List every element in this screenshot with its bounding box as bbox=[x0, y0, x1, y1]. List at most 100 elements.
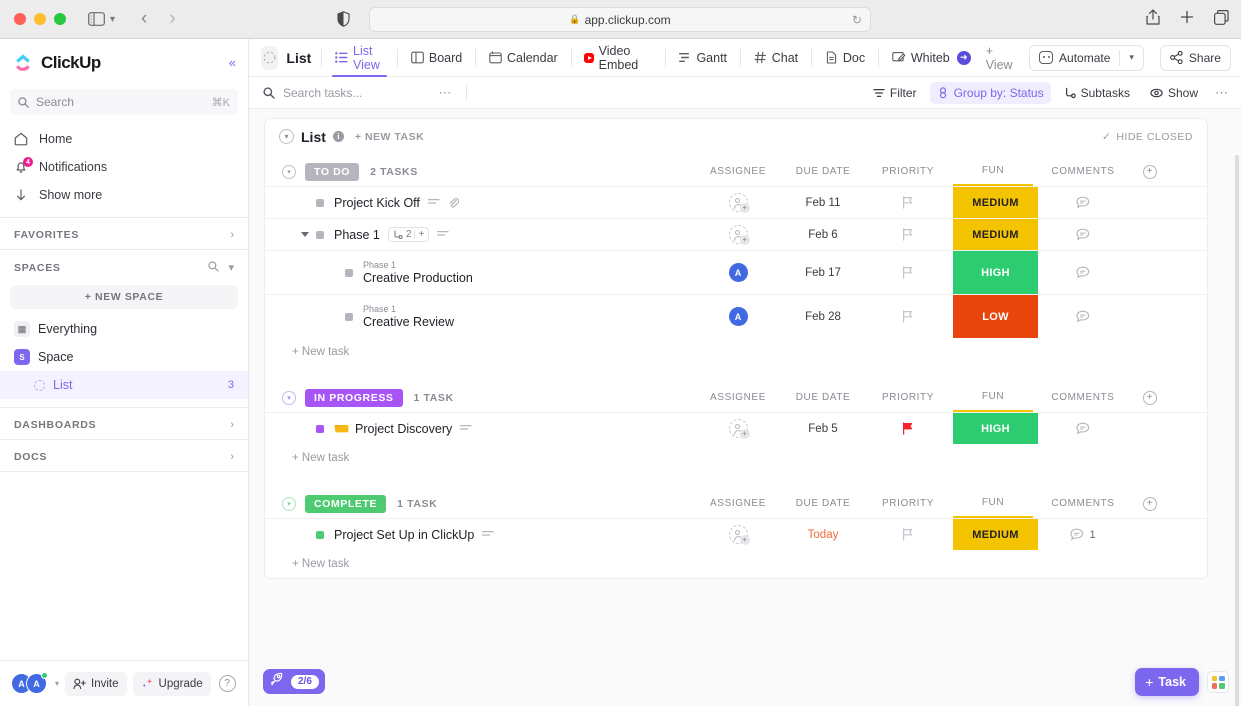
add-task-row[interactable]: + New task bbox=[265, 338, 1207, 366]
sidebar-toggle-icon[interactable] bbox=[88, 12, 105, 26]
tab-list-view[interactable]: List View bbox=[332, 39, 388, 77]
status-dot[interactable] bbox=[345, 312, 353, 321]
share-button[interactable]: Share bbox=[1159, 44, 1231, 71]
tab-calendar[interactable]: Calendar bbox=[486, 39, 561, 77]
assignee-cell[interactable]: A bbox=[698, 295, 778, 338]
column-header-fun[interactable]: FUN bbox=[953, 157, 1033, 186]
back-arrow-icon[interactable]: ‹ bbox=[141, 8, 147, 30]
avatar-group[interactable]: A A bbox=[11, 672, 48, 694]
tab-doc[interactable]: Doc bbox=[822, 39, 868, 77]
due-date-cell[interactable]: Feb 17 bbox=[783, 251, 863, 294]
sidebar-section-spaces[interactable]: SPACES ▾ bbox=[0, 249, 248, 283]
status-dot[interactable] bbox=[316, 424, 324, 433]
info-icon[interactable]: i bbox=[332, 131, 344, 142]
task-name[interactable]: Creative Production bbox=[363, 271, 473, 286]
minimize-window-button[interactable] bbox=[34, 13, 46, 25]
tab-video-embed[interactable]: Video Embed bbox=[581, 39, 654, 77]
task-name[interactable]: Project Set Up in ClickUp bbox=[334, 528, 474, 542]
chevron-down-icon[interactable]: ▾ bbox=[55, 679, 59, 688]
assignee-cell[interactable]: + bbox=[698, 187, 778, 218]
sidebar-section-docs[interactable]: DOCS › bbox=[0, 439, 248, 471]
assignee-cell[interactable]: + bbox=[698, 519, 778, 550]
column-header-due-date[interactable]: DUE DATE bbox=[783, 383, 863, 412]
vertical-scrollbar[interactable] bbox=[1235, 155, 1239, 706]
description-icon[interactable] bbox=[482, 530, 494, 539]
collapse-chevrons-icon[interactable]: « bbox=[229, 55, 236, 70]
priority-cell[interactable] bbox=[868, 295, 948, 338]
privacy-shield-icon[interactable] bbox=[337, 11, 350, 32]
column-header-comments[interactable]: COMMENTS bbox=[1038, 489, 1128, 518]
group-by-button[interactable]: Group by: Status bbox=[929, 81, 1051, 104]
expand-subtasks-icon[interactable] bbox=[301, 232, 309, 237]
description-icon[interactable] bbox=[437, 230, 449, 239]
status-dot[interactable] bbox=[345, 268, 353, 277]
upgrade-button[interactable]: Upgrade bbox=[132, 671, 211, 696]
add-subtask-icon[interactable]: + bbox=[418, 229, 424, 240]
due-date-cell[interactable]: Feb 5 bbox=[783, 413, 863, 444]
priority-cell[interactable] bbox=[868, 251, 948, 294]
description-icon[interactable] bbox=[427, 198, 440, 207]
fun-cell[interactable]: HIGH bbox=[953, 413, 1038, 444]
chevron-down-icon[interactable]: ▾ bbox=[228, 261, 234, 275]
task-name[interactable]: Phase 1 bbox=[334, 228, 380, 242]
table-row[interactable]: Project Set Up in ClickUp + Today MEDIUM… bbox=[265, 518, 1207, 550]
due-date-cell[interactable]: Feb 6 bbox=[783, 219, 863, 250]
table-row[interactable]: Phase 1 Creative Review A Feb 28 LOW bbox=[265, 294, 1207, 338]
new-task-button[interactable]: + NEW TASK bbox=[355, 131, 424, 143]
fun-cell[interactable]: LOW bbox=[953, 295, 1038, 338]
maximize-window-button[interactable] bbox=[54, 13, 66, 25]
column-header-comments[interactable]: COMMENTS bbox=[1038, 157, 1128, 186]
sidebar-item-everything[interactable]: ▦ Everything bbox=[0, 315, 248, 343]
new-task-fab[interactable]: + Task bbox=[1135, 668, 1199, 696]
chevron-right-icon[interactable]: › bbox=[230, 229, 234, 241]
sidebar-item-list[interactable]: List 3 bbox=[0, 371, 248, 399]
whiteboard-arrow-icon[interactable]: ➜ bbox=[956, 50, 971, 65]
column-header-assignee[interactable]: ASSIGNEE bbox=[698, 489, 778, 518]
description-icon[interactable] bbox=[460, 424, 472, 433]
search-icon[interactable] bbox=[208, 261, 220, 275]
forward-arrow-icon[interactable]: › bbox=[169, 8, 175, 30]
sidebar-brand[interactable]: ClickUp « bbox=[0, 39, 248, 86]
priority-cell[interactable] bbox=[868, 219, 948, 250]
comments-cell[interactable] bbox=[1038, 413, 1128, 444]
comments-cell[interactable] bbox=[1038, 295, 1128, 338]
priority-cell[interactable] bbox=[868, 519, 948, 550]
priority-cell[interactable] bbox=[868, 187, 948, 218]
apps-grid-icon[interactable] bbox=[1207, 671, 1229, 693]
subtask-count-chip[interactable]: 2 + bbox=[387, 227, 430, 242]
add-task-row[interactable]: + New task bbox=[265, 444, 1207, 472]
new-space-button[interactable]: + NEW SPACE bbox=[10, 285, 238, 309]
fun-cell[interactable]: MEDIUM bbox=[953, 187, 1038, 218]
status-badge[interactable]: IN PROGRESS bbox=[305, 388, 403, 407]
comments-cell[interactable] bbox=[1038, 251, 1128, 294]
fun-cell[interactable]: HIGH bbox=[953, 251, 1038, 294]
add-view-button[interactable]: + View bbox=[986, 44, 1013, 72]
column-header-fun[interactable]: FUN bbox=[953, 383, 1033, 412]
tab-overview-icon[interactable] bbox=[1214, 9, 1229, 30]
add-column-button[interactable]: + bbox=[1138, 157, 1162, 186]
table-row[interactable]: Project Discovery + Feb 5 HIGH bbox=[265, 412, 1207, 444]
attachment-icon[interactable] bbox=[448, 197, 459, 208]
due-date-cell[interactable]: Feb 11 bbox=[783, 187, 863, 218]
column-header-due-date[interactable]: DUE DATE bbox=[783, 157, 863, 186]
chevron-down-icon[interactable]: ▾ bbox=[1129, 52, 1134, 63]
table-row[interactable]: Project Kick Off + Feb 11 MEDIUM bbox=[265, 186, 1207, 218]
status-badge[interactable]: COMPLETE bbox=[305, 494, 387, 513]
comments-cell[interactable] bbox=[1038, 219, 1128, 250]
add-column-button[interactable]: + bbox=[1138, 383, 1162, 412]
sidebar-item-notifications[interactable]: 4 Notifications bbox=[0, 153, 248, 181]
share-icon[interactable] bbox=[1146, 9, 1160, 30]
sidebar-search-input[interactable]: Search ⌘K bbox=[10, 89, 238, 115]
automate-button[interactable]: Automate ▾ bbox=[1029, 44, 1144, 71]
sidebar-item-space[interactable]: S Space bbox=[0, 343, 248, 371]
search-options-ellipsis-icon[interactable]: ⋯ bbox=[438, 85, 452, 101]
reload-icon[interactable]: ↻ bbox=[852, 13, 862, 27]
invite-button[interactable]: Invite bbox=[65, 671, 127, 696]
collapse-group-icon[interactable]: ▾ bbox=[282, 164, 296, 179]
due-date-cell[interactable]: Feb 28 bbox=[783, 295, 863, 338]
table-row[interactable]: Phase 1 Creative Production A Feb 17 HIG… bbox=[265, 250, 1207, 294]
window-traffic-lights[interactable] bbox=[14, 13, 66, 25]
column-header-fun[interactable]: FUN bbox=[953, 489, 1033, 518]
collapse-list-icon[interactable]: ▾ bbox=[279, 129, 294, 144]
chevron-right-icon[interactable]: › bbox=[230, 451, 234, 463]
